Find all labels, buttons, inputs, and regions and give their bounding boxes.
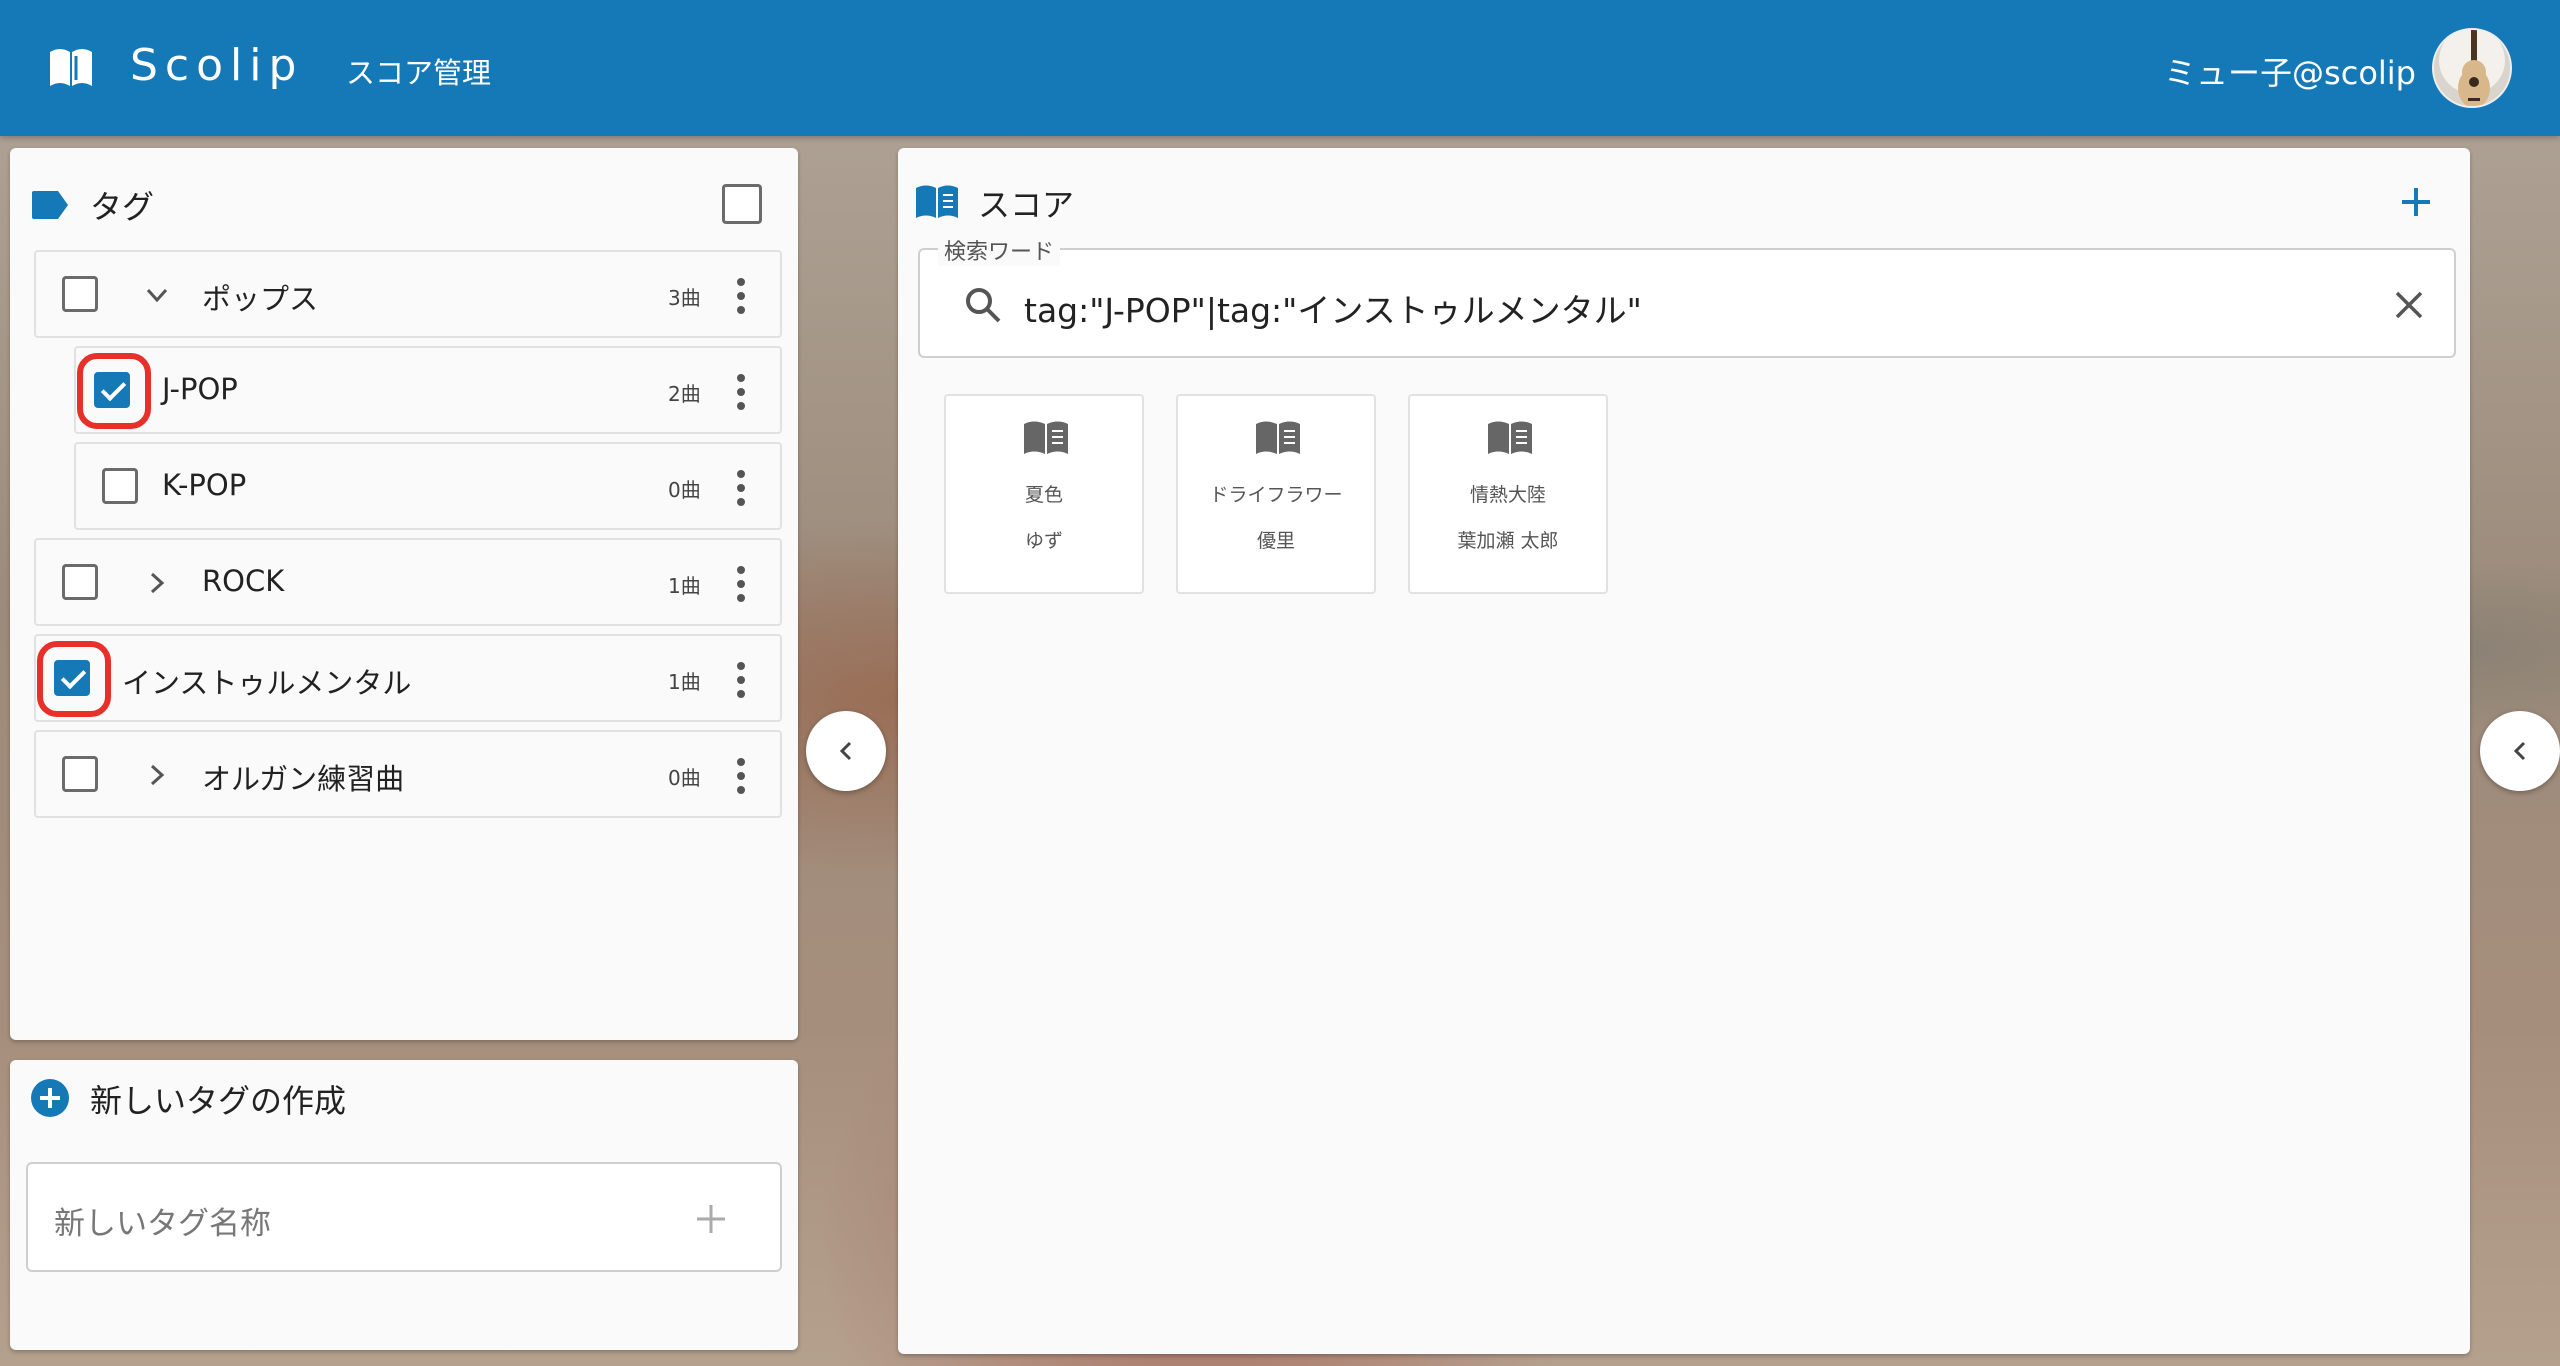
chevron-right-icon[interactable] — [142, 568, 172, 598]
tag-label: J-POP — [162, 372, 238, 406]
guitar-avatar-image — [2458, 30, 2490, 106]
score-title: ドライフラワー — [1209, 484, 1343, 506]
avatar[interactable] — [2432, 28, 2512, 108]
brand-name[interactable]: Scolip — [130, 40, 303, 91]
tag-label: ROCK — [202, 564, 285, 598]
tag-checkbox[interactable] — [62, 564, 98, 600]
score-title: 夏色 — [1024, 484, 1063, 506]
new-tag-title: 新しいタグの作成 — [90, 1082, 347, 1120]
tag-label: オルガン練習曲 — [202, 762, 405, 796]
collapse-right-button[interactable] — [2480, 711, 2560, 791]
score-book-icon — [1024, 421, 1068, 454]
search-field[interactable]: 検索ワード tag:"J-POP"|tag:"インストゥルメンタル" — [918, 234, 2456, 358]
more-vert-icon[interactable] — [736, 758, 746, 794]
tag-icon — [32, 191, 68, 219]
more-vert-icon[interactable] — [736, 374, 746, 410]
tag-label: K-POP — [162, 468, 247, 502]
new-tag-panel: 新しいタグの作成 新しいタグ名称 — [10, 1060, 798, 1350]
new-tag-placeholder: 新しいタグ名称 — [54, 1206, 271, 1242]
score-artist: ゆず — [1024, 530, 1063, 552]
open-book-icon[interactable] — [46, 46, 96, 90]
tag-panel: タグ ポップス 3曲 J-POP 2曲 K-POP 0曲 ROCK 1曲 インス… — [10, 148, 798, 1040]
score-book-icon — [1488, 421, 1532, 454]
chevron-down-icon[interactable] — [142, 280, 172, 310]
tag-checkbox[interactable] — [62, 276, 98, 312]
tag-panel-title: タグ — [90, 188, 155, 226]
tag-checkbox[interactable] — [102, 468, 138, 504]
score-artist: 優里 — [1256, 530, 1295, 552]
tag-count: 1曲 — [668, 574, 701, 598]
tag-label: インストゥルメンタル — [122, 666, 412, 700]
search-icon — [966, 288, 1001, 323]
tag-row-jpop[interactable]: J-POP 2曲 — [74, 346, 782, 434]
nav-score-management[interactable]: スコア管理 — [346, 50, 491, 92]
chevron-left-icon — [839, 741, 852, 761]
more-vert-icon[interactable] — [736, 470, 746, 506]
score-card[interactable]: 情熱大陸 葉加瀬 太郎 — [1408, 394, 1608, 594]
add-circle-icon — [31, 1079, 69, 1117]
highlight-annotation — [77, 353, 151, 429]
app-bar: Scolip スコア管理 ミュー子@scolip — [0, 0, 2560, 136]
tag-count: 3曲 — [668, 286, 701, 310]
tag-row-instrumental[interactable]: インストゥルメンタル 1曲 — [34, 634, 782, 722]
add-score-icon[interactable] — [2398, 184, 2434, 220]
chevron-left-icon — [2513, 741, 2526, 761]
search-input-value[interactable]: tag:"J-POP"|tag:"インストゥルメンタル" — [1024, 284, 1642, 332]
tag-row-rock[interactable]: ROCK 1曲 — [34, 538, 782, 626]
score-panel: スコア 検索ワード tag:"J-POP"|tag:"インストゥルメンタル" 夏… — [898, 148, 2470, 1354]
tag-row-kpop[interactable]: K-POP 0曲 — [74, 442, 782, 530]
user-name[interactable]: ミュー子@scolip — [2164, 48, 2416, 94]
tag-count: 1曲 — [668, 670, 701, 694]
search-legend: 検索ワード — [938, 234, 1061, 266]
score-title: 情熱大陸 — [1469, 484, 1546, 506]
tag-count: 0曲 — [668, 478, 701, 502]
more-vert-icon[interactable] — [736, 662, 746, 698]
tag-checkbox[interactable] — [62, 756, 98, 792]
collapse-left-button[interactable] — [806, 711, 886, 791]
tag-count: 2曲 — [668, 382, 701, 406]
more-vert-icon[interactable] — [736, 566, 746, 602]
score-artist: 葉加瀬 太郎 — [1457, 530, 1559, 552]
tag-count: 0曲 — [668, 766, 701, 790]
chevron-right-icon[interactable] — [142, 760, 172, 790]
more-vert-icon[interactable] — [736, 278, 746, 314]
new-tag-input[interactable]: 新しいタグ名称 — [26, 1162, 782, 1272]
score-card[interactable]: ドライフラワー 優里 — [1176, 394, 1376, 594]
tag-label: ポップス — [202, 282, 319, 316]
score-book-icon — [1256, 421, 1300, 454]
clear-icon[interactable] — [2392, 288, 2426, 322]
highlight-annotation — [37, 641, 111, 717]
score-card[interactable]: 夏色 ゆず — [944, 394, 1144, 594]
score-book-icon — [916, 185, 958, 218]
tag-row-pops[interactable]: ポップス 3曲 — [34, 250, 782, 338]
score-panel-title: スコア — [978, 186, 1075, 224]
tag-row-organ[interactable]: オルガン練習曲 0曲 — [34, 730, 782, 818]
plus-icon[interactable] — [694, 1202, 728, 1236]
select-all-checkbox[interactable] — [722, 184, 762, 224]
